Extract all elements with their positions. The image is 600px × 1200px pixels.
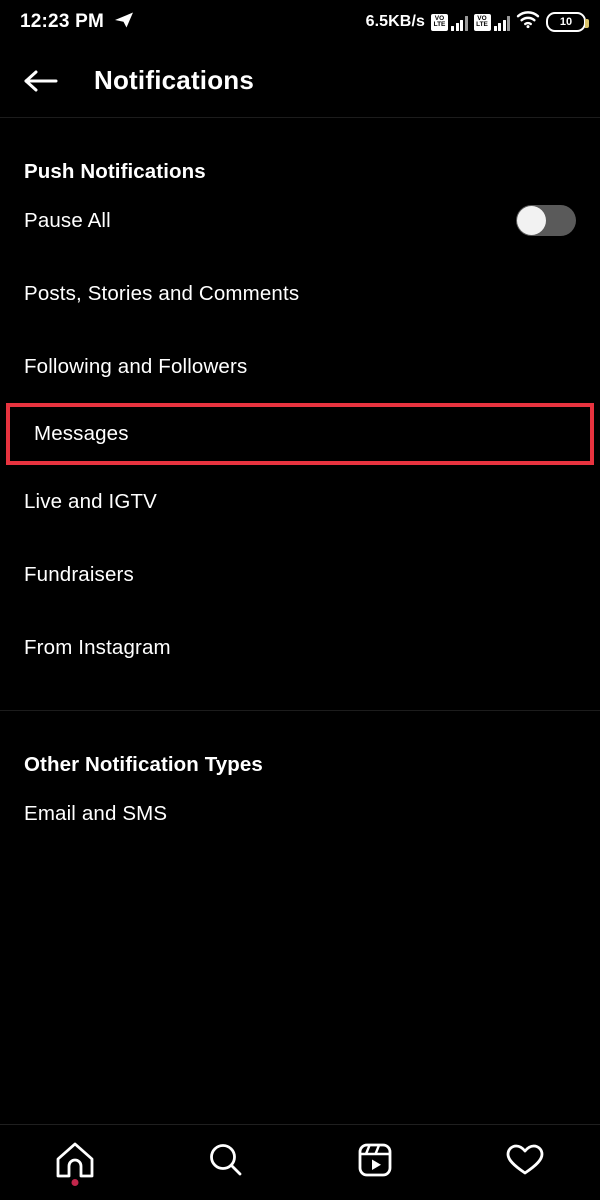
app-header: Notifications (0, 44, 600, 118)
section-push-notifications: Push Notifications Pause All Posts, Stor… (0, 118, 600, 710)
row-label-from-instagram: From Instagram (24, 635, 171, 659)
row-label-posts-stories-comments: Posts, Stories and Comments (24, 281, 300, 305)
status-bar-clock: 12:23 PM (20, 11, 104, 32)
status-bar-right: 6.5KB/s VO LTE VO LTE 10 (365, 10, 589, 34)
section-other-notification-types: Other Notification Types Email and SMS (0, 711, 600, 876)
settings-list: Push Notifications Pause All Posts, Stor… (0, 118, 600, 876)
settings-row-live-and-igtv[interactable]: Live and IGTV (0, 465, 600, 538)
reels-icon (353, 1139, 397, 1186)
section-header-push-notifications: Push Notifications (24, 160, 206, 183)
home-notification-badge (71, 1179, 79, 1186)
sim1-volte-signal-icon: VO LTE (431, 13, 468, 31)
row-label-live-and-igtv: Live and IGTV (24, 489, 157, 513)
phone-screen: 12:23 PM 6.5KB/s VO LTE VO LTE 10 Notifi… (0, 0, 600, 1200)
bottom-navigation-bar (0, 1124, 600, 1200)
battery-indicator: 10 (546, 12, 589, 32)
back-arrow-icon[interactable] (22, 66, 62, 96)
nav-item-search[interactable] (150, 1125, 300, 1200)
telegram-paper-plane-icon (114, 11, 134, 34)
row-label-pause-all: Pause All (24, 208, 111, 232)
settings-row-email-and-sms[interactable]: Email and SMS (0, 777, 600, 850)
settings-row-from-instagram[interactable]: From Instagram (0, 611, 600, 684)
settings-row-pause-all[interactable]: Pause All (0, 184, 600, 257)
status-bar: 12:23 PM 6.5KB/s VO LTE VO LTE 10 (0, 0, 600, 44)
section-header-other-notification-types: Other Notification Types (24, 753, 263, 776)
volte-bottom-label: LTE (433, 21, 446, 28)
settings-row-following-and-followers[interactable]: Following and Followers (0, 330, 600, 403)
status-bar-left: 12:23 PM (20, 11, 134, 34)
nav-item-reels[interactable] (300, 1125, 450, 1200)
settings-row-messages[interactable]: Messages (6, 403, 594, 465)
row-label-email-and-sms: Email and SMS (24, 801, 168, 825)
toggle-knob (517, 206, 546, 235)
nav-item-home[interactable] (0, 1125, 150, 1200)
page-title: Notifications (94, 65, 255, 95)
row-label-messages: Messages (34, 422, 129, 445)
signal-bars-icon-2 (493, 14, 510, 31)
wifi-icon (516, 10, 540, 34)
volte-bottom-label-2: LTE (476, 21, 488, 28)
network-speed-label: 6.5KB/s (365, 13, 425, 30)
sim2-volte-signal-icon: VO LTE (473, 13, 510, 31)
row-label-following-and-followers: Following and Followers (24, 354, 248, 378)
nav-item-activity[interactable] (450, 1125, 600, 1200)
battery-percent-label: 10 (559, 16, 573, 28)
settings-row-fundraisers[interactable]: Fundraisers (0, 538, 600, 611)
search-icon (203, 1140, 247, 1185)
signal-bars-icon (451, 14, 468, 31)
heart-icon (503, 1140, 547, 1185)
pause-all-toggle[interactable] (516, 205, 576, 236)
settings-row-posts-stories-comments[interactable]: Posts, Stories and Comments (0, 257, 600, 330)
row-label-fundraisers: Fundraisers (24, 562, 134, 586)
